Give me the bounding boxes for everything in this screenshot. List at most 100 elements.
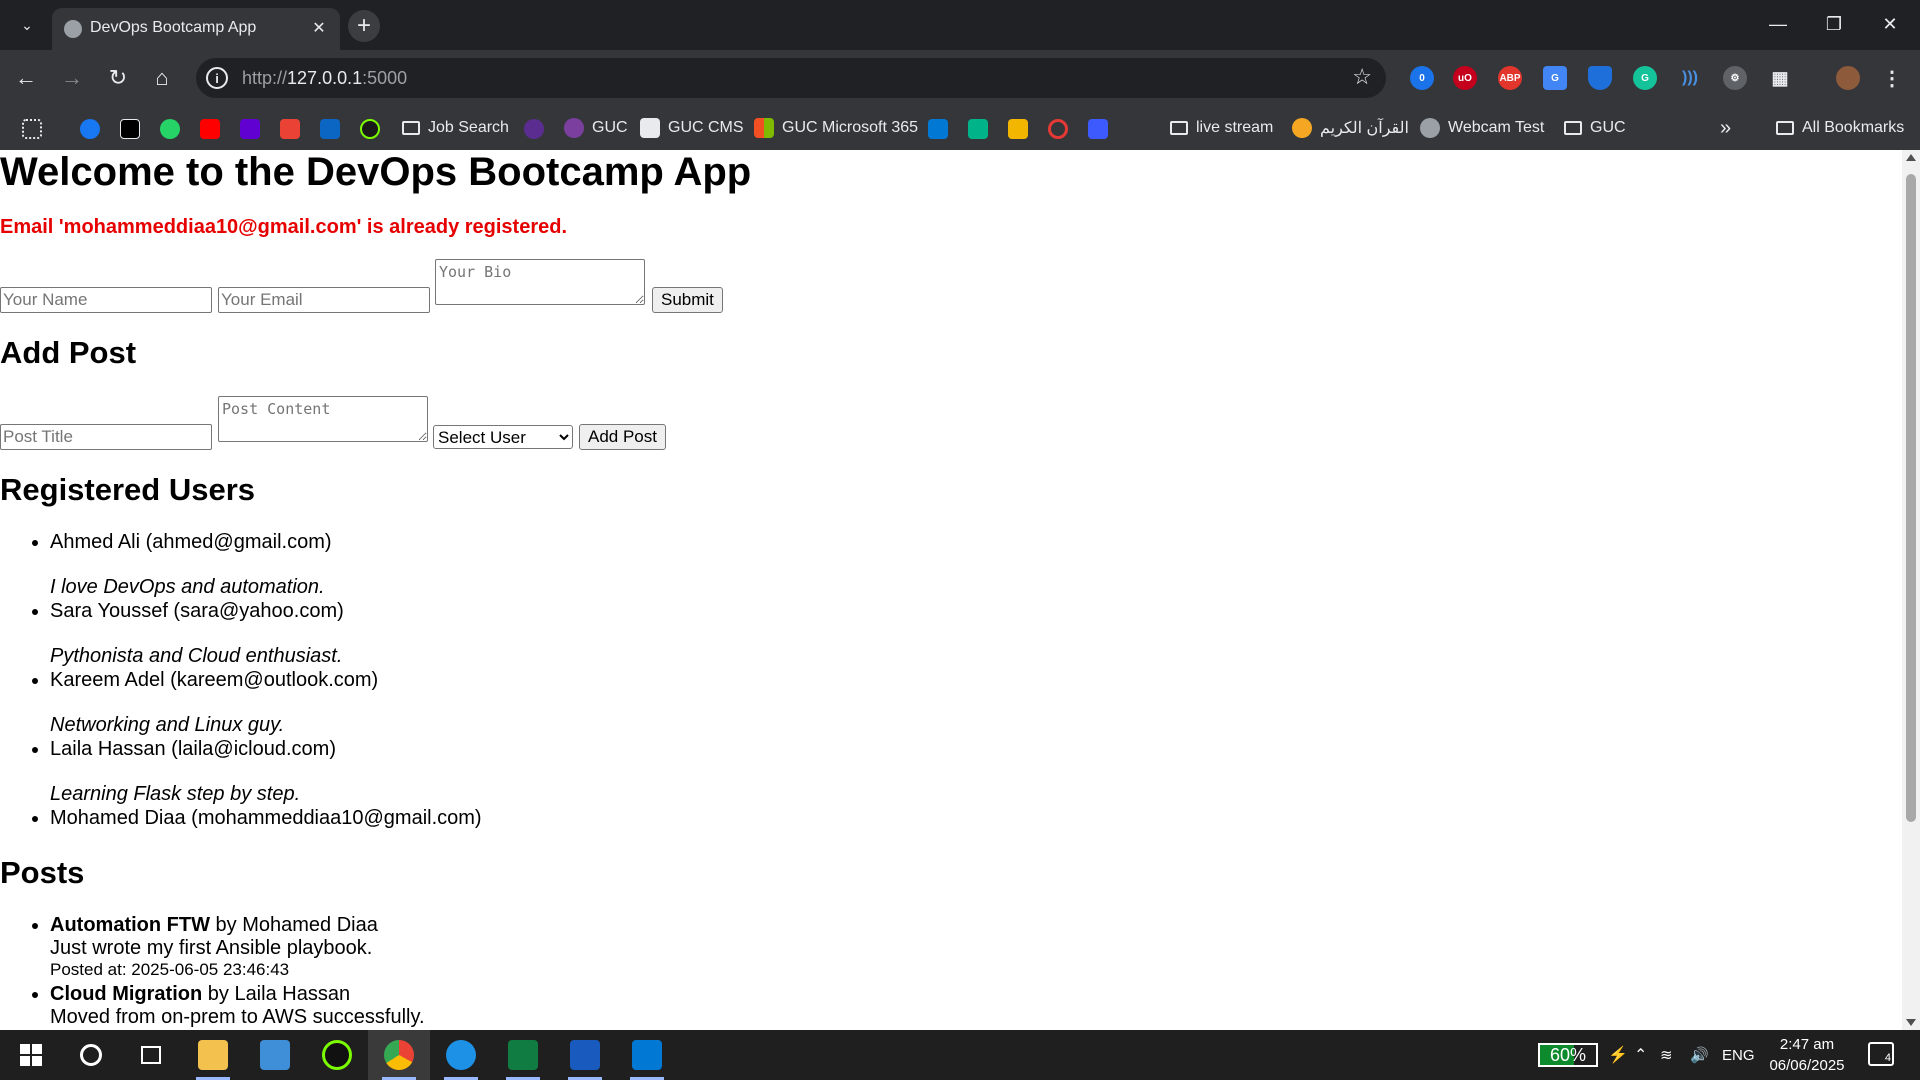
submit-button[interactable]: Submit bbox=[652, 287, 723, 313]
clock-date: 06/06/2025 bbox=[1769, 1057, 1845, 1074]
scroll-up-arrow-icon[interactable] bbox=[1906, 154, 1916, 161]
post-content-textarea[interactable] bbox=[218, 396, 428, 442]
taskbar-vscode[interactable] bbox=[616, 1030, 678, 1080]
user-bio: Learning Flask step by step. bbox=[50, 783, 301, 805]
name-input[interactable] bbox=[0, 287, 212, 313]
battery-indicator[interactable]: 60% bbox=[1538, 1043, 1598, 1067]
tray-overflow-chevron-icon[interactable]: ⌃ bbox=[1634, 1030, 1647, 1080]
page-title: Welcome to the DevOps Bootcamp App bbox=[0, 150, 752, 194]
home-button[interactable]: ⌂ bbox=[146, 62, 178, 94]
taskbar-recorder[interactable] bbox=[306, 1030, 368, 1080]
close-window-button[interactable]: ✕ bbox=[1868, 6, 1912, 42]
menu-kebab-icon[interactable]: ⋮ bbox=[1880, 66, 1904, 90]
recorder-icon[interactable] bbox=[360, 119, 380, 139]
taskbar-excel[interactable] bbox=[492, 1030, 554, 1080]
play-icon[interactable] bbox=[1128, 119, 1148, 139]
user-name-email: Kareem Adel (kareem@outlook.com) bbox=[50, 669, 379, 691]
shahid-icon[interactable] bbox=[160, 119, 180, 139]
tab-search-chevron-icon[interactable]: ⌄ bbox=[12, 10, 42, 40]
page-scrollbar[interactable] bbox=[1902, 150, 1920, 1030]
post-title-input[interactable] bbox=[0, 424, 212, 450]
bookmark-star-icon[interactable]: ☆ bbox=[1352, 64, 1372, 90]
grammarly-icon[interactable]: G bbox=[1633, 66, 1657, 90]
scrollbar-thumb[interactable] bbox=[1906, 174, 1916, 822]
globe-icon bbox=[64, 20, 82, 38]
clock[interactable]: 2:47 am 06/06/2025 bbox=[1762, 1034, 1852, 1076]
linkedin-icon[interactable] bbox=[320, 119, 340, 139]
bookmark-live-stream[interactable]: live stream bbox=[1170, 117, 1273, 139]
scroll-down-arrow-icon[interactable] bbox=[1906, 1019, 1916, 1026]
select-user-dropdown[interactable]: Select User bbox=[433, 425, 573, 449]
bookmark-label: GUC Microsoft 365 bbox=[782, 119, 919, 136]
ublock-icon[interactable]: uO bbox=[1453, 66, 1477, 90]
site-info-icon[interactable]: i bbox=[206, 67, 228, 89]
address-bar[interactable]: i http://127.0.0.1:5000 ☆ bbox=[196, 58, 1386, 98]
facebook-icon[interactable] bbox=[80, 119, 100, 139]
taskbar-docker[interactable] bbox=[430, 1030, 492, 1080]
wifi-icon[interactable]: ≋ bbox=[1660, 1030, 1673, 1080]
shield-extension-icon[interactable] bbox=[1588, 66, 1612, 90]
gear-extension-icon[interactable]: ⚙ bbox=[1723, 66, 1747, 90]
bookmark-guc-cms[interactable]: GUC CMS bbox=[640, 117, 744, 139]
notifications-button[interactable]: 4 bbox=[1868, 1042, 1894, 1066]
all-bookmarks-label: All Bookmarks bbox=[1802, 119, 1905, 136]
search-button[interactable] bbox=[60, 1030, 122, 1080]
language-indicator[interactable]: ENG bbox=[1722, 1030, 1755, 1080]
new-tab-button[interactable]: + bbox=[348, 10, 380, 42]
task-view-icon bbox=[141, 1046, 161, 1064]
start-button[interactable] bbox=[0, 1030, 62, 1080]
volume-icon[interactable]: 🔊 bbox=[1690, 1030, 1709, 1080]
recorder-icon bbox=[322, 1040, 352, 1070]
email-input[interactable] bbox=[218, 287, 430, 313]
taskbar-file-explorer[interactable] bbox=[182, 1030, 244, 1080]
url-scheme: http:// bbox=[242, 68, 288, 88]
bio-textarea[interactable] bbox=[435, 259, 645, 305]
back-button[interactable]: ← bbox=[10, 62, 42, 94]
outlook-icon[interactable] bbox=[928, 119, 948, 139]
power-plug-icon[interactable]: ⚡ bbox=[1608, 1030, 1628, 1080]
clock-time: 2:47 am bbox=[1779, 1036, 1835, 1053]
calendar-app-icon[interactable] bbox=[968, 119, 988, 139]
url-text[interactable]: http://127.0.0.1:5000 bbox=[242, 68, 407, 89]
web-icon[interactable] bbox=[524, 119, 544, 139]
folder-icon bbox=[402, 121, 420, 135]
extension-badge-icon[interactable]: 0 bbox=[1410, 66, 1434, 90]
yahoo-icon[interactable] bbox=[240, 119, 260, 139]
youtube-icon[interactable] bbox=[200, 119, 220, 139]
w-app-icon[interactable] bbox=[1008, 119, 1028, 139]
bookmark-guc[interactable]: GUC bbox=[564, 117, 628, 139]
taskbar-word[interactable] bbox=[554, 1030, 616, 1080]
profile-avatar[interactable] bbox=[1836, 66, 1860, 90]
taskbar-chrome[interactable] bbox=[368, 1030, 430, 1080]
tab-close-icon[interactable]: ✕ bbox=[308, 17, 330, 39]
word-web-icon[interactable] bbox=[1088, 119, 1108, 139]
user-name-email: Sara Youssef (sara@yahoo.com) bbox=[50, 600, 344, 622]
bookmark-webcam-test[interactable]: Webcam Test bbox=[1420, 117, 1544, 139]
tab-strip: ⌄ DevOps Bootcamp App ✕ + — ❐ ✕ bbox=[0, 0, 1920, 50]
bookmark-quran[interactable]: القرآن الكريم bbox=[1292, 117, 1409, 139]
guc-icon bbox=[564, 118, 584, 138]
user-bio: I love DevOps and automation. bbox=[50, 576, 325, 598]
forward-button[interactable]: → bbox=[56, 62, 88, 94]
apps-grid-icon[interactable] bbox=[22, 119, 42, 139]
circle-app-icon[interactable] bbox=[1048, 119, 1068, 139]
gmail-icon[interactable] bbox=[280, 119, 300, 139]
google-translate-icon[interactable]: G bbox=[1543, 66, 1567, 90]
x-twitter-icon[interactable] bbox=[120, 119, 140, 139]
add-post-button[interactable]: Add Post bbox=[579, 424, 666, 450]
reload-button[interactable]: ↻ bbox=[102, 62, 134, 94]
adblock-plus-icon[interactable]: ABP bbox=[1498, 66, 1522, 90]
task-view-button[interactable] bbox=[120, 1030, 182, 1080]
bookmark-guc-folder[interactable]: GUC bbox=[1564, 117, 1626, 139]
browser-tab[interactable]: DevOps Bootcamp App ✕ bbox=[52, 8, 340, 50]
read-aloud-icon[interactable]: ))) bbox=[1678, 66, 1702, 90]
bookmark-guc-microsoft-365[interactable]: GUC Microsoft 365 bbox=[754, 117, 918, 139]
all-bookmarks-button[interactable]: All Bookmarks bbox=[1776, 117, 1904, 139]
extensions-puzzle-icon[interactable]: ▦ bbox=[1768, 66, 1792, 90]
bookmarks-overflow-button[interactable]: » bbox=[1720, 117, 1731, 139]
minimize-button[interactable]: — bbox=[1756, 6, 1800, 42]
restore-button[interactable]: ❐ bbox=[1812, 6, 1856, 42]
taskbar-control-panel[interactable] bbox=[244, 1030, 306, 1080]
folder-icon bbox=[1776, 121, 1794, 135]
bookmark-job-search[interactable]: Job Search bbox=[402, 117, 509, 139]
